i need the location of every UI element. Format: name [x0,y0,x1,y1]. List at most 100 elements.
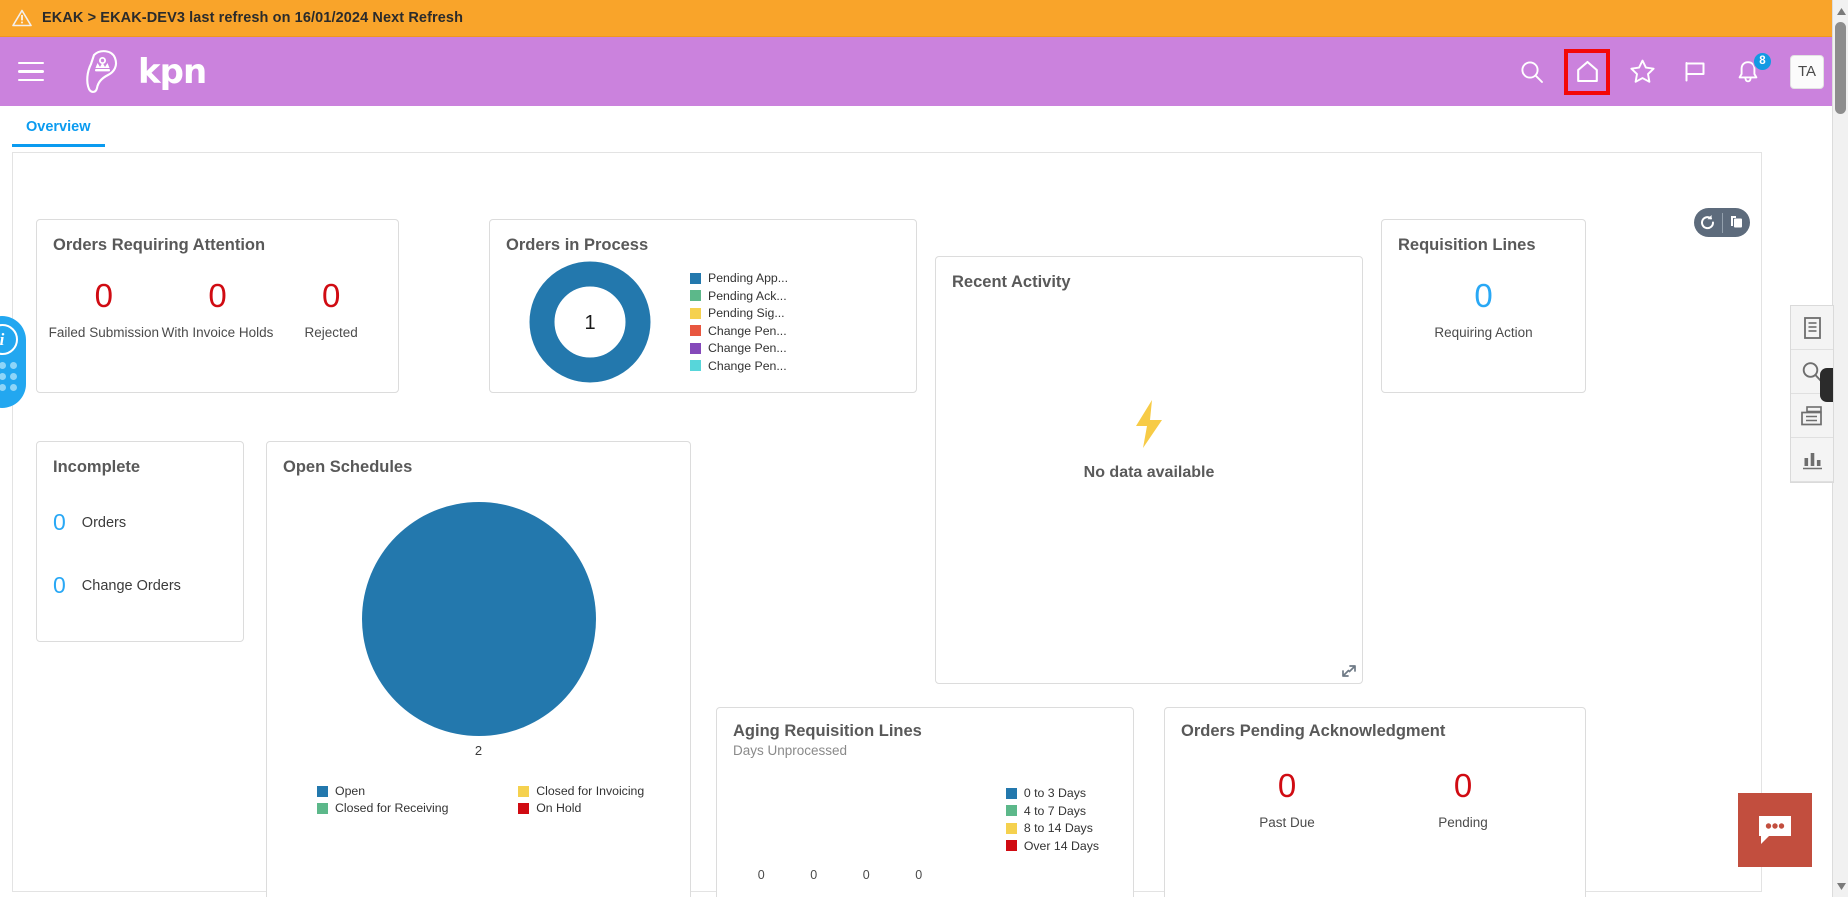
kpi-requiring-action[interactable]: 0 Requiring Action [1382,279,1585,340]
card-incomplete[interactable]: Incomplete 0 Orders 0 Change Orders [36,441,244,642]
legend-label: Pending Sig... [708,306,785,321]
card-requisition-lines[interactable]: Requisition Lines 0 Requiring Action [1381,219,1586,393]
legend-swatch [518,785,530,797]
bar-value: 0 [810,868,818,882]
info-icon: i [0,324,18,355]
card-orders-pending-acknowledgment[interactable]: Orders Pending Acknowledgment 0 Past Due… [1164,707,1586,897]
card-title: Requisition Lines [1398,236,1536,254]
chat-button[interactable] [1738,793,1812,867]
legend-swatch [690,307,701,319]
pie-data-label: 2 [474,743,483,758]
donut-center-label: 1 [584,312,595,334]
card-open-schedules[interactable]: Open Schedules 2 Open Closed for Invoici… [266,441,691,897]
bar-value: 0 [862,868,870,882]
avatar[interactable]: TA [1790,54,1824,89]
legend-item[interactable]: Closed for Invoicing [518,784,690,798]
legend-item[interactable]: Closed for Receiving [317,801,494,815]
dashboard-toolbar [1694,208,1750,237]
kpi-failed-submission[interactable]: 0 Failed Submission [47,279,161,340]
empty-state-text: No data available [1083,464,1215,481]
legend-swatch [317,802,328,814]
legend-label: Change Pen... [708,358,787,373]
legend-item[interactable]: Pending Ack... [690,289,788,303]
scrollbar-thumb[interactable] [1835,22,1846,114]
card-subtitle: Days Unprocessed [733,743,848,758]
donut-legend: Pending App... Pending Ack... Pending Si… [690,271,788,373]
legend-item[interactable]: Change Pen... [690,324,788,338]
legend-item[interactable]: 8 to 14 Days [1005,821,1099,835]
incomplete-row-orders[interactable]: 0 Orders [53,511,243,534]
kpi-label: Failed Submission [48,325,159,340]
bar-chart-icon[interactable] [1791,438,1833,482]
legend-item[interactable]: 0 to 3 Days [1005,786,1099,800]
search-icon[interactable] [1515,55,1549,89]
kpi-value: 0 [208,277,227,314]
scroll-down-arrow[interactable] [1833,877,1848,895]
chat-bubble-icon [1759,816,1791,844]
card-title: Orders in Process [506,236,649,254]
card-orders-requiring-attention[interactable]: Orders Requiring Attention 0 Failed Subm… [36,219,399,393]
kpn-logo[interactable]: kpn [78,48,207,96]
donut-chart-orders-in-process[interactable]: 1 [490,261,690,383]
warning-triangle-icon [12,9,32,27]
legend-item[interactable]: Open [317,784,494,798]
flag-icon[interactable] [1678,55,1712,89]
kpi-label: Pending [1438,815,1488,830]
legend-item[interactable]: Pending Sig... [690,306,788,320]
legend-label: 8 to 14 Days [1023,821,1093,835]
kpi-with-invoice-holds[interactable]: 0 With Invoice Holds [161,279,275,340]
pie-legend: Open Closed for Invoicing Closed for Rec… [317,784,690,815]
pie-chart-open-schedules[interactable] [267,501,690,737]
incomplete-row-change-orders[interactable]: 0 Change Orders [53,574,243,597]
legend-swatch [690,325,701,337]
kpi-pending[interactable]: 0 Pending [1375,769,1551,830]
info-help-button[interactable]: i [0,316,26,408]
incomplete-label: Orders [81,514,127,531]
card-title: Orders Pending Acknowledgment [1181,722,1446,740]
kpn-logo-text: kpn [138,51,207,92]
star-icon[interactable] [1625,55,1659,89]
refresh-icon[interactable] [1694,208,1722,237]
kpi-value: 0 [94,277,114,314]
incomplete-label: Change Orders [81,577,181,594]
home-icon[interactable] [1564,48,1610,95]
legend-item[interactable]: 4 to 7 Days [1005,803,1099,818]
card-recent-activity[interactable]: Recent Activity No data available [935,256,1363,684]
kpi-label: Rejected [304,325,358,340]
legend-label: Pending App... [708,271,788,286]
card-aging-requisition-lines[interactable]: Aging Requisition Lines Days Unprocessed… [716,707,1134,897]
kpi-rejected[interactable]: 0 Rejected [274,279,388,340]
hamburger-menu-icon[interactable] [14,55,48,89]
tab-overview[interactable]: Overview [12,119,105,147]
resize-handle[interactable] [1342,664,1356,678]
copy-layers-icon[interactable] [1723,208,1751,237]
kpi-label: With Invoice Holds [161,325,274,340]
card-orders-in-process[interactable]: Orders in Process 1 Pending App... Pendi… [489,219,917,393]
legend-item[interactable]: Pending App... [690,271,788,285]
vertical-scrollbar[interactable] [1832,0,1848,897]
legend-item[interactable]: On Hold [518,801,690,815]
bar-value: 0 [915,868,923,882]
document-icon[interactable] [1791,306,1833,350]
notification-badge: 8 [1753,51,1772,71]
scroll-up-arrow[interactable] [1833,2,1848,20]
kpi-past-due[interactable]: 0 Past Due [1199,769,1375,830]
bar-chart-legend: 0 to 3 Days 4 to 7 Days 8 to 14 Days Ove… [1005,786,1099,853]
legend-label: On Hold [536,801,582,815]
kpi-label: Past Due [1259,815,1315,830]
legend-swatch [1005,805,1017,816]
bell-icon[interactable]: 8 [1731,51,1772,89]
lightning-bolt-icon [1128,398,1170,455]
card-title: Aging Requisition Lines [733,722,922,740]
global-header: kpn 8 TA [0,37,1848,106]
drag-dots-icon[interactable] [0,362,17,391]
rail-collapse-handle[interactable] [1820,368,1833,402]
legend-item[interactable]: Change Pen... [690,341,788,355]
card-title: Recent Activity [952,273,1071,291]
legend-item[interactable]: Change Pen... [690,359,788,373]
legend-item[interactable]: Over 14 Days [1005,839,1099,853]
legend-label: 4 to 7 Days [1023,803,1087,818]
kpi-label: Requiring Action [1434,325,1533,340]
kpn-crown-icon [78,48,132,96]
header-icon-group: 8 TA [1515,48,1824,95]
